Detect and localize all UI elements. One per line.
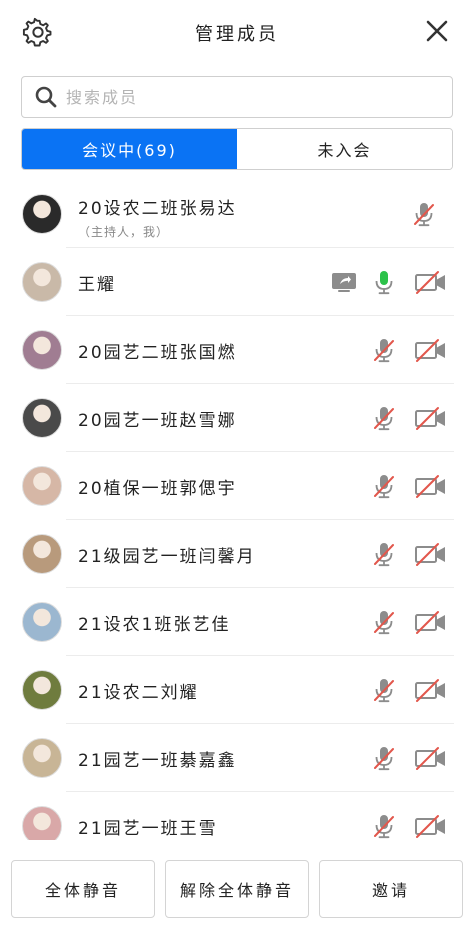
member-tabs: 会议中(69) 未入会: [21, 128, 453, 170]
search-bar[interactable]: [21, 76, 453, 118]
member-name: 21设农二刘耀: [78, 683, 199, 703]
mic-muted-icon[interactable]: [370, 336, 398, 364]
member-row[interactable]: 20园艺一班赵雪娜: [0, 384, 474, 452]
member-row[interactable]: 21园艺一班綦嘉鑫: [0, 724, 474, 792]
camera-off-icon[interactable]: [414, 268, 448, 296]
search-input[interactable]: [66, 87, 426, 107]
camera-off-icon[interactable]: [414, 676, 448, 704]
camera-off-icon[interactable]: [414, 472, 448, 500]
invite-button[interactable]: 邀请: [319, 860, 463, 918]
mute-all-button[interactable]: 全体静音: [11, 860, 155, 918]
mic-muted-icon[interactable]: [370, 676, 398, 704]
mic-muted-icon[interactable]: [370, 744, 398, 772]
avatar: [22, 262, 62, 302]
member-name: 王耀: [78, 275, 116, 295]
close-icon[interactable]: [424, 18, 450, 44]
mic-muted-icon[interactable]: [370, 472, 398, 500]
camera-off-icon[interactable]: [414, 812, 448, 840]
avatar: [22, 534, 62, 574]
member-name: 21园艺一班綦嘉鑫: [78, 751, 237, 771]
member-role: （主持人，我）: [78, 225, 170, 239]
mic-muted-icon[interactable]: [410, 200, 438, 228]
member-row[interactable]: 20园艺二班张国燃: [0, 316, 474, 384]
mic-muted-icon[interactable]: [370, 404, 398, 432]
footer: 全体静音 解除全体静音 邀请: [0, 852, 474, 932]
member-row[interactable]: 20植保一班郭偲宇: [0, 452, 474, 520]
unmute-all-button[interactable]: 解除全体静音: [165, 860, 309, 918]
member-row[interactable]: 21设农1班张艺佳: [0, 588, 474, 656]
camera-off-icon[interactable]: [414, 336, 448, 364]
avatar: [22, 398, 62, 438]
member-list: 20设农二班张易达 （主持人，我） 王耀 20园艺二班张国燃 20园艺一班赵雪娜: [0, 180, 474, 840]
member-row[interactable]: 王耀: [0, 248, 474, 316]
member-name: 20园艺一班赵雪娜: [78, 411, 237, 431]
avatar: [22, 738, 62, 778]
member-name: 21园艺一班王雪: [78, 819, 218, 839]
search-icon: [35, 86, 57, 108]
camera-off-icon[interactable]: [414, 540, 448, 568]
mic-muted-icon[interactable]: [370, 812, 398, 840]
member-row[interactable]: 21园艺一班王雪: [0, 792, 474, 840]
avatar: [22, 806, 62, 840]
tab-not-joined[interactable]: 未入会: [237, 129, 452, 169]
camera-off-icon[interactable]: [414, 404, 448, 432]
mic-muted-icon[interactable]: [370, 608, 398, 636]
member-name: 20园艺二班张国燃: [78, 343, 237, 363]
mic-icon[interactable]: [370, 268, 398, 296]
screen-share-icon[interactable]: [330, 268, 358, 296]
member-row[interactable]: 21级园艺一班闫馨月: [0, 520, 474, 588]
member-name: 20植保一班郭偲宇: [78, 479, 237, 499]
page-title: 管理成员: [195, 24, 279, 45]
avatar: [22, 330, 62, 370]
tab-in-meeting[interactable]: 会议中(69): [22, 129, 237, 169]
camera-off-icon[interactable]: [414, 608, 448, 636]
member-row[interactable]: 20设农二班张易达 （主持人，我）: [0, 180, 474, 248]
member-name: 20设农二班张易达: [78, 199, 237, 219]
avatar: [22, 466, 62, 506]
camera-off-icon[interactable]: [414, 744, 448, 772]
header: 管理成员: [0, 0, 474, 64]
avatar: [22, 670, 62, 710]
member-name: 21级园艺一班闫馨月: [78, 547, 256, 567]
mic-muted-icon[interactable]: [370, 540, 398, 568]
avatar: [22, 602, 62, 642]
avatar: [22, 194, 62, 234]
member-name: 21设农1班张艺佳: [78, 615, 231, 635]
member-row[interactable]: 21设农二刘耀: [0, 656, 474, 724]
